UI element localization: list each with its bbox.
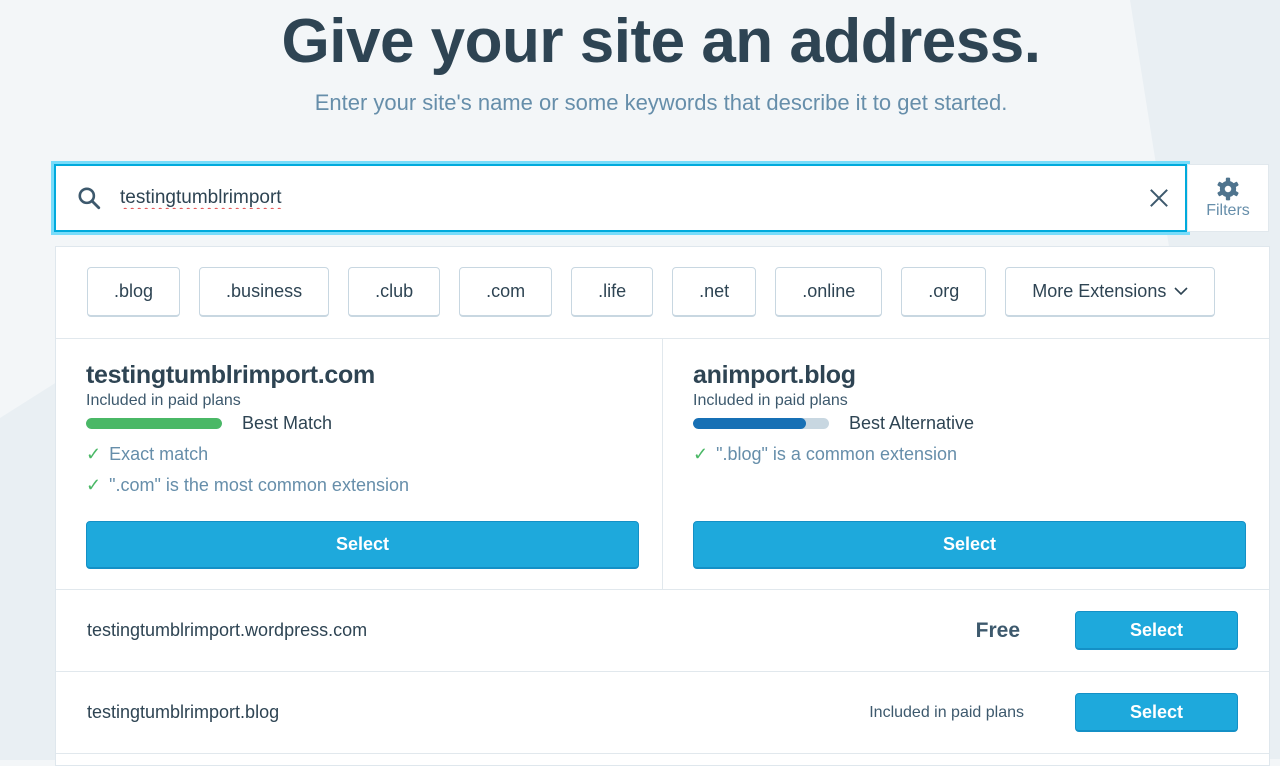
domain-price: Included in paid plans [86, 392, 241, 409]
page-title: Give your site an address. [281, 7, 1041, 76]
select-button[interactable]: Select [86, 521, 639, 569]
domain-result-row: testingtumblrimport.blog Included in pai… [56, 672, 1269, 754]
select-button[interactable]: Select [1075, 693, 1238, 732]
extension-button[interactable]: .business [199, 267, 330, 317]
match-reason: ✓ ".com" is the most common extension [86, 475, 409, 495]
rank-label: Best Alternative [849, 413, 975, 433]
extension-button[interactable]: .com [459, 267, 553, 317]
filters-button[interactable]: Filters [1187, 164, 1269, 232]
gear-icon [1217, 177, 1239, 201]
extension-button[interactable]: .net [672, 267, 757, 317]
select-button[interactable]: Select [1075, 611, 1238, 650]
select-button[interactable]: Select [693, 521, 1246, 569]
rank-label: Best Match [242, 413, 333, 433]
results-panel: .blog .business .club .com .life .net .o… [55, 246, 1270, 766]
search-input[interactable] [120, 187, 1129, 209]
clear-search-button[interactable] [1129, 178, 1169, 218]
chevron-down-icon [1174, 287, 1188, 296]
match-strength-bar [693, 418, 829, 429]
match-reason: ✓ ".blog" is a common extension [693, 444, 957, 464]
page-subtitle: Enter your site's name or some keywords … [314, 90, 1008, 115]
featured-domain-card: animport.blog Included in paid plans Bes… [662, 339, 1269, 589]
domain-price: Free [975, 618, 1020, 642]
domain-search-box [54, 164, 1187, 232]
domain-result-row: testingtumblrimport.wordpress.com Free S… [56, 590, 1269, 672]
match-strength-bar [86, 418, 222, 429]
extension-button[interactable]: .online [775, 267, 883, 317]
extension-button[interactable]: .life [571, 267, 654, 317]
check-icon: ✓ [86, 444, 102, 464]
domain-name: testingtumblrimport.com [86, 361, 375, 389]
search-icon [78, 187, 101, 210]
filters-label: Filters [1206, 202, 1250, 219]
extension-button[interactable]: .org [901, 267, 987, 317]
match-reason: ✓ Exact match [86, 444, 209, 464]
more-extensions-button[interactable]: More Extensions [1005, 267, 1216, 317]
domain-price: Included in paid plans [693, 392, 848, 409]
domain-name: testingtumblrimport.wordpress.com [87, 620, 368, 640]
close-icon [1150, 189, 1168, 207]
check-icon: ✓ [693, 444, 709, 464]
domain-name: animport.blog [693, 361, 856, 389]
featured-domain-card: testingtumblrimport.com Included in paid… [56, 339, 662, 589]
domain-price: Included in paid plans [869, 703, 1024, 721]
domain-name: testingtumblrimport.blog [87, 702, 280, 722]
extension-button[interactable]: .club [348, 267, 441, 317]
background-shape [0, 380, 60, 760]
more-extensions-label: More Extensions [1032, 281, 1167, 301]
extension-button[interactable]: .blog [87, 267, 181, 317]
extension-filters: .blog .business .club .com .life .net .o… [56, 247, 1269, 339]
check-icon: ✓ [86, 475, 102, 495]
